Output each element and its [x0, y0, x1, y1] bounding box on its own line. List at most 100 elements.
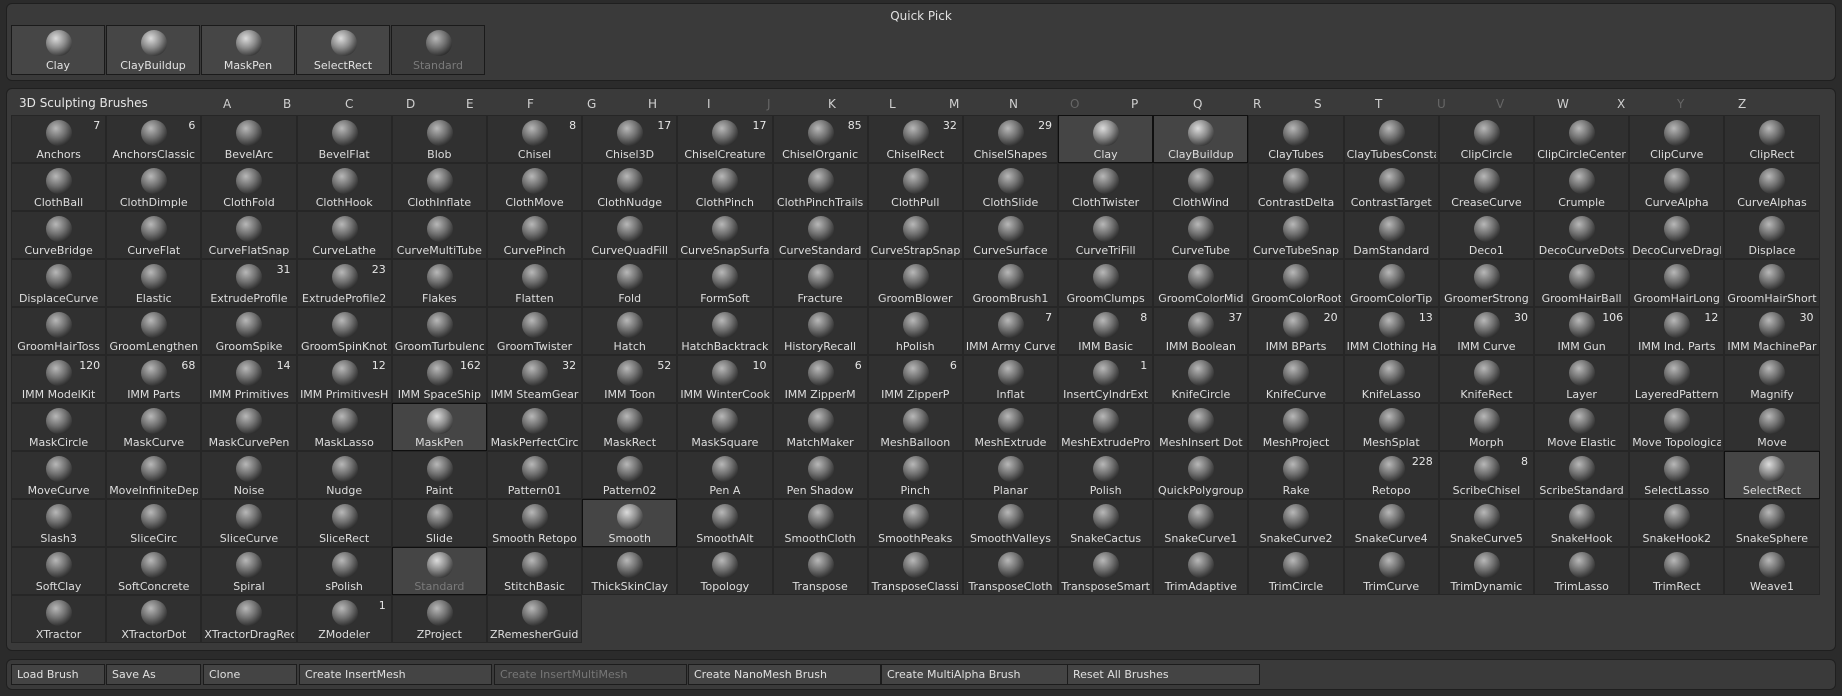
- brush-curvestandard[interactable]: CurveStandard: [772, 211, 868, 259]
- brush-snakecurve5[interactable]: SnakeCurve5: [1438, 499, 1534, 547]
- brush-slicecurve[interactable]: SliceCurve: [201, 499, 297, 547]
- brush-imm-gun[interactable]: 106 IMM Gun: [1534, 307, 1630, 355]
- brush-trimrect[interactable]: TrimRect: [1629, 547, 1725, 595]
- brush-imm-spaceship[interactable]: 162 IMM SpaceShip: [391, 355, 487, 403]
- brush-moveinfinitedep[interactable]: MoveInfiniteDep: [106, 451, 202, 499]
- brush-inflat[interactable]: Inflat: [962, 355, 1059, 403]
- load-brush-button[interactable]: Load Brush: [11, 664, 105, 685]
- brush-trimdynamic[interactable]: TrimDynamic: [1438, 547, 1534, 595]
- brush-imm-wintercook[interactable]: 10 IMM WinterCook: [677, 355, 773, 403]
- brush-curveflatsnap[interactable]: CurveFlatSnap: [201, 211, 297, 259]
- brush-clothpinch[interactable]: ClothPinch: [677, 163, 773, 211]
- brush-maskrect[interactable]: MaskRect: [582, 403, 678, 451]
- brush-extrudeprofile[interactable]: 31 ExtrudeProfile: [201, 259, 297, 307]
- brush-curvepinch[interactable]: CurvePinch: [486, 211, 583, 259]
- brush-clothmove[interactable]: ClothMove: [486, 163, 583, 211]
- brush-blob[interactable]: Blob: [391, 115, 487, 163]
- brush-selectrect[interactable]: SelectRect: [1724, 451, 1820, 499]
- brush-groomspike[interactable]: GroomSpike: [201, 307, 297, 355]
- brush-pattern01[interactable]: Pattern01: [486, 451, 583, 499]
- brush-xtractor[interactable]: XTractor: [11, 595, 107, 643]
- create-multialpha-brush-button[interactable]: Create MultiAlpha Brush: [881, 664, 1074, 685]
- brush-imm-steamgear[interactable]: 32 IMM SteamGear: [486, 355, 583, 403]
- brush-clothpull[interactable]: ClothPull: [867, 163, 963, 211]
- quick-pick-claybuildup[interactable]: ClayBuildup: [106, 25, 200, 75]
- brush-imm-basic[interactable]: 8 IMM Basic: [1058, 307, 1154, 355]
- brush-groomcolormid[interactable]: GroomColorMid: [1153, 259, 1249, 307]
- letter-filter-w[interactable]: W: [1557, 97, 1569, 111]
- brush-standard[interactable]: Standard: [391, 547, 487, 595]
- brush-meshsplat[interactable]: MeshSplat: [1343, 403, 1439, 451]
- brush-elastic[interactable]: Elastic: [106, 259, 202, 307]
- brush-softclay[interactable]: SoftClay: [11, 547, 107, 595]
- brush-snakehook[interactable]: SnakeHook: [1534, 499, 1630, 547]
- brush-clothwind[interactable]: ClothWind: [1153, 163, 1249, 211]
- letter-filter-l[interactable]: L: [889, 97, 896, 111]
- letter-filter-k[interactable]: K: [828, 97, 836, 111]
- brush-claytubesconsta[interactable]: ClayTubesConsta: [1343, 115, 1439, 163]
- brush-insertcylndrext[interactable]: 1 InsertCylndrExt: [1058, 355, 1154, 403]
- quick-pick-clay[interactable]: Clay: [11, 25, 105, 75]
- brush-spolish[interactable]: sPolish: [296, 547, 392, 595]
- brush-bevelarc[interactable]: BevelArc: [201, 115, 297, 163]
- brush-curvetrifill[interactable]: CurveTriFill: [1058, 211, 1154, 259]
- brush-clothball[interactable]: ClothBall: [11, 163, 107, 211]
- brush-displace[interactable]: Displace: [1724, 211, 1820, 259]
- brush-trimcircle[interactable]: TrimCircle: [1248, 547, 1344, 595]
- brush-trimadaptive[interactable]: TrimAdaptive: [1153, 547, 1249, 595]
- brush-clothtwister[interactable]: ClothTwister: [1058, 163, 1154, 211]
- quick-pick-standard[interactable]: Standard: [391, 25, 485, 75]
- brush-clipcurve[interactable]: ClipCurve: [1629, 115, 1725, 163]
- letter-filter-t[interactable]: T: [1375, 97, 1382, 111]
- brush-masklasso[interactable]: MaskLasso: [296, 403, 392, 451]
- brush-creasecurve[interactable]: CreaseCurve: [1438, 163, 1534, 211]
- brush-xtractordragrec[interactable]: XTractorDragRec: [201, 595, 297, 643]
- brush-groomhairball[interactable]: GroomHairBall: [1534, 259, 1630, 307]
- brush-imm-ind-parts[interactable]: 12 IMM Ind. Parts: [1629, 307, 1725, 355]
- letter-filter-s[interactable]: S: [1314, 97, 1322, 111]
- brush-topology[interactable]: Topology: [677, 547, 773, 595]
- brush-move[interactable]: Move: [1724, 403, 1820, 451]
- brush-decocurvedragl[interactable]: DecoCurveDragl: [1629, 211, 1725, 259]
- brush-hpolish[interactable]: hPolish: [867, 307, 963, 355]
- brush-groomhairtoss[interactable]: GroomHairToss: [11, 307, 107, 355]
- brush-curvetube[interactable]: CurveTube: [1153, 211, 1249, 259]
- brush-trimcurve[interactable]: TrimCurve: [1343, 547, 1439, 595]
- brush-curvealpha[interactable]: CurveAlpha: [1629, 163, 1725, 211]
- brush-meshproject[interactable]: MeshProject: [1248, 403, 1344, 451]
- brush-clipcirclecenter[interactable]: ClipCircleCenter: [1534, 115, 1630, 163]
- brush-move-elastic[interactable]: Move Elastic: [1534, 403, 1630, 451]
- brush-groombrush1[interactable]: GroomBrush1: [962, 259, 1059, 307]
- brush-kniferect[interactable]: KnifeRect: [1438, 355, 1534, 403]
- brush-groomhairlong[interactable]: GroomHairLong: [1629, 259, 1725, 307]
- brush-paint[interactable]: Paint: [391, 451, 487, 499]
- brush-clothnudge[interactable]: ClothNudge: [582, 163, 678, 211]
- brush-imm-parts[interactable]: 68 IMM Parts: [106, 355, 202, 403]
- brush-maskpen[interactable]: MaskPen: [391, 403, 487, 451]
- brush-transposecloth[interactable]: TransposeCloth: [962, 547, 1059, 595]
- brush-movecurve[interactable]: MoveCurve: [11, 451, 107, 499]
- brush-scribechisel[interactable]: 8 ScribeChisel: [1438, 451, 1534, 499]
- brush-flakes[interactable]: Flakes: [391, 259, 487, 307]
- brush-chiselorganic[interactable]: 85 ChiselOrganic: [772, 115, 868, 163]
- brush-noise[interactable]: Noise: [201, 451, 297, 499]
- brush-formsoft[interactable]: FormSoft: [677, 259, 773, 307]
- brush-chiselshapes[interactable]: 29 ChiselShapes: [962, 115, 1059, 163]
- brush-layer[interactable]: Layer: [1534, 355, 1630, 403]
- brush-curvebridge[interactable]: CurveBridge: [11, 211, 107, 259]
- brush-snakecurve2[interactable]: SnakeCurve2: [1248, 499, 1344, 547]
- brush-pattern02[interactable]: Pattern02: [582, 451, 678, 499]
- brush-zremesherguide[interactable]: ZRemesherGuide: [486, 595, 583, 643]
- brush-claytubes[interactable]: ClayTubes: [1248, 115, 1344, 163]
- brush-selectlasso[interactable]: SelectLasso: [1629, 451, 1725, 499]
- brush-pen-a[interactable]: Pen A: [677, 451, 773, 499]
- brush-curvetubesnap[interactable]: CurveTubeSnap: [1248, 211, 1344, 259]
- brush-smoothpeaks[interactable]: SmoothPeaks: [867, 499, 963, 547]
- brush-hatchbacktrack[interactable]: HatchBacktrack: [677, 307, 773, 355]
- brush-meshballoon[interactable]: MeshBalloon: [867, 403, 963, 451]
- letter-filter-b[interactable]: B: [283, 97, 291, 111]
- brush-polish[interactable]: Polish: [1058, 451, 1154, 499]
- brush-magnify[interactable]: Magnify: [1724, 355, 1820, 403]
- letter-filter-h[interactable]: H: [648, 97, 657, 111]
- brush-meshextrude[interactable]: MeshExtrude: [962, 403, 1059, 451]
